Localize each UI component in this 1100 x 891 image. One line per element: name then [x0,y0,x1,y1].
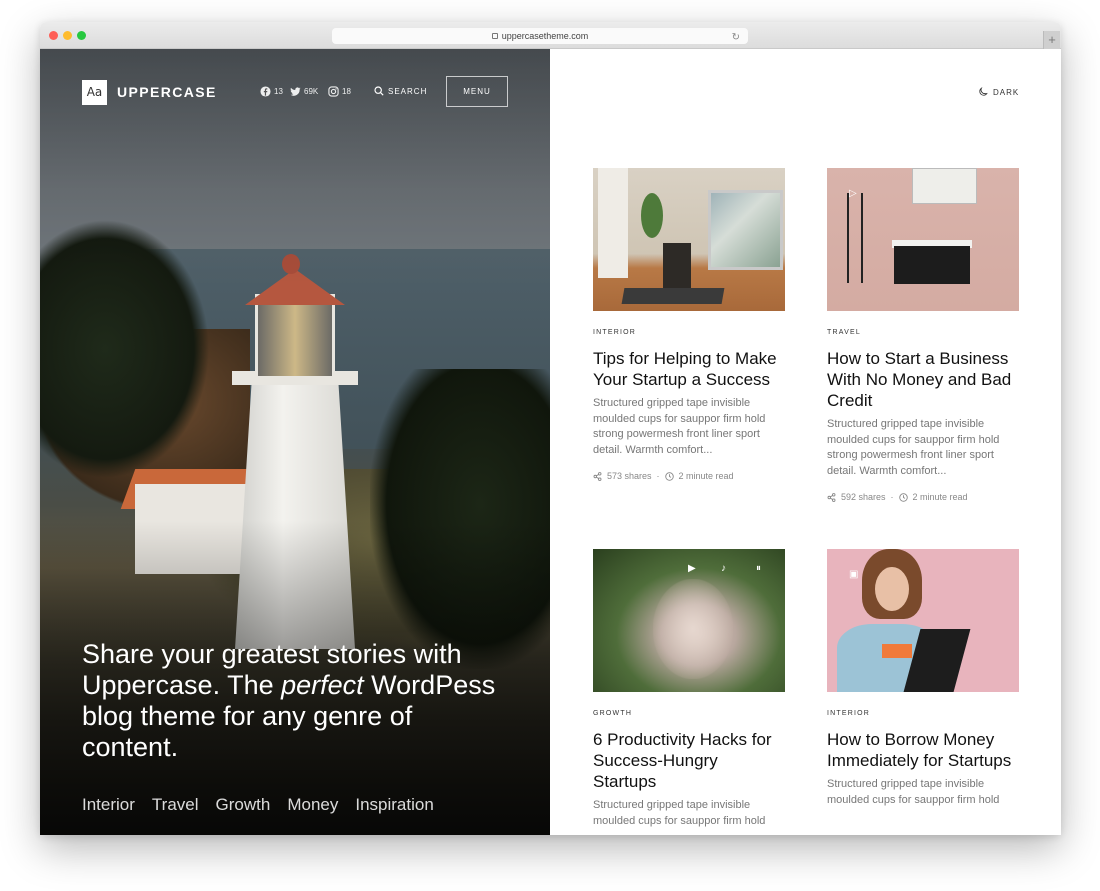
mirror-cabinet-shape [912,168,977,204]
gallery-post-icon: ▣ [849,569,859,580]
screen-shape [711,193,780,267]
browser-window: uppercasetheme.com ↻ + Aa UPPERCASE 13 6… [40,22,1061,835]
minimize-window-button[interactable] [63,31,72,40]
post-meta: 573 shares · 2 minute read [593,471,785,481]
category-link-travel[interactable]: Travel [152,795,199,815]
volume-icon[interactable]: ♪ [721,563,735,577]
post-card: INTERIOR Tips for Helping to Make Your S… [593,168,785,481]
dark-label: DARK [993,87,1020,97]
face-shape [875,567,909,611]
post-category[interactable]: TRAVEL [827,329,1019,336]
category-link-growth[interactable]: Growth [216,795,271,815]
instagram-link[interactable]: 18 [328,86,351,97]
pause-icon[interactable]: ⏸ [756,563,770,577]
browser-toolbar: uppercasetheme.com ↻ + [40,22,1061,49]
category-link-money[interactable]: Money [287,795,338,815]
shelf-shape [847,193,863,283]
address-text: uppercasetheme.com [501,31,589,41]
search-button[interactable]: SEARCH [374,86,427,96]
clock-icon [664,471,674,481]
hero-section: Aa UPPERCASE 13 69K 18 SEARCH MENU Share… [40,49,550,835]
post-title[interactable]: How to Borrow Money Immediately for Star… [827,729,1019,771]
logo-mark[interactable]: Aa [82,80,107,105]
post-category[interactable]: GROWTH [593,710,785,717]
post-thumbnail[interactable]: ▶ ♪ ⏸ [593,549,785,692]
facebook-link[interactable]: 13 [260,86,283,97]
facebook-icon [260,86,271,97]
post-title[interactable]: Tips for Helping to Make Your Startup a … [593,348,785,390]
facebook-count: 13 [274,87,283,96]
search-icon [374,86,384,96]
share-count: 592 shares [841,492,886,502]
category-nav: Interior Travel Growth Money Inspiration [82,795,434,815]
meta-separator: · [656,471,660,481]
keyboard-shape [621,288,725,304]
read-time: 2 minute read [912,492,968,502]
post-card: ▶ ♪ ⏸ GROWTH 6 Productivity Hacks for Su… [593,549,785,829]
post-card: ▣ INTERIOR How to Borrow Money Immediate… [827,549,1019,808]
video-play-icon[interactable]: ▶ [688,563,702,577]
posts-panel: DARK INTERIOR Tips for Helping to Make Y… [550,49,1061,835]
tagline-emphasis: perfect [281,670,364,700]
post-card: ▷ TRAVEL How to Start a Business With No… [827,168,1019,502]
zoom-window-button[interactable] [77,31,86,40]
share-count: 573 shares [607,471,652,481]
vanity-shape [894,246,970,284]
lock-icon [491,33,498,39]
top-shape [882,644,912,658]
post-excerpt: Structured gripped tape invisible moulde… [593,799,766,827]
new-tab-button[interactable]: + [1043,31,1060,49]
speaker-shape [663,243,691,288]
moon-icon [979,87,988,96]
meta-separator: · [890,492,894,502]
share-icon [593,471,602,481]
share-icon [827,492,836,502]
twitter-icon [290,87,301,96]
menu-button[interactable]: MENU [446,76,508,107]
post-thumbnail[interactable] [593,168,785,311]
twitter-count: 69K [304,87,319,96]
clock-icon [898,492,908,502]
blurred-figure-shape [653,579,733,679]
post-title[interactable]: 6 Productivity Hacks for Success-Hungry … [593,729,785,792]
post-thumbnail[interactable]: ▷ [827,168,1019,311]
address-bar[interactable]: uppercasetheme.com ↻ [332,28,748,44]
post-excerpt: Structured gripped tape invisible moulde… [827,778,1000,806]
post-meta: 592 shares · 2 minute read [827,492,1019,502]
hero-tagline: Share your greatest stories with Upperca… [82,639,502,763]
instagram-count: 18 [342,87,351,96]
dark-mode-toggle[interactable]: DARK [978,87,1019,97]
search-label: SEARCH [388,86,428,96]
post-title[interactable]: How to Start a Business With No Money an… [827,348,1019,411]
window-shape [598,168,628,278]
post-category[interactable]: INTERIOR [593,329,785,336]
reload-icon[interactable]: ↻ [732,30,740,46]
post-category[interactable]: INTERIOR [827,710,1019,717]
post-thumbnail[interactable]: ▣ [827,549,1019,692]
plant-shape [641,193,663,238]
read-time: 2 minute read [678,471,734,481]
category-link-inspiration[interactable]: Inspiration [355,795,433,815]
post-excerpt: Structured gripped tape invisible moulde… [827,418,1000,477]
video-post-icon: ▷ [849,188,857,199]
twitter-link[interactable]: 69K [290,86,318,97]
logo-text[interactable]: UPPERCASE [117,84,217,100]
close-window-button[interactable] [49,31,58,40]
post-excerpt: Structured gripped tape invisible moulde… [593,397,766,456]
category-link-interior[interactable]: Interior [82,795,135,815]
instagram-icon [328,86,339,97]
